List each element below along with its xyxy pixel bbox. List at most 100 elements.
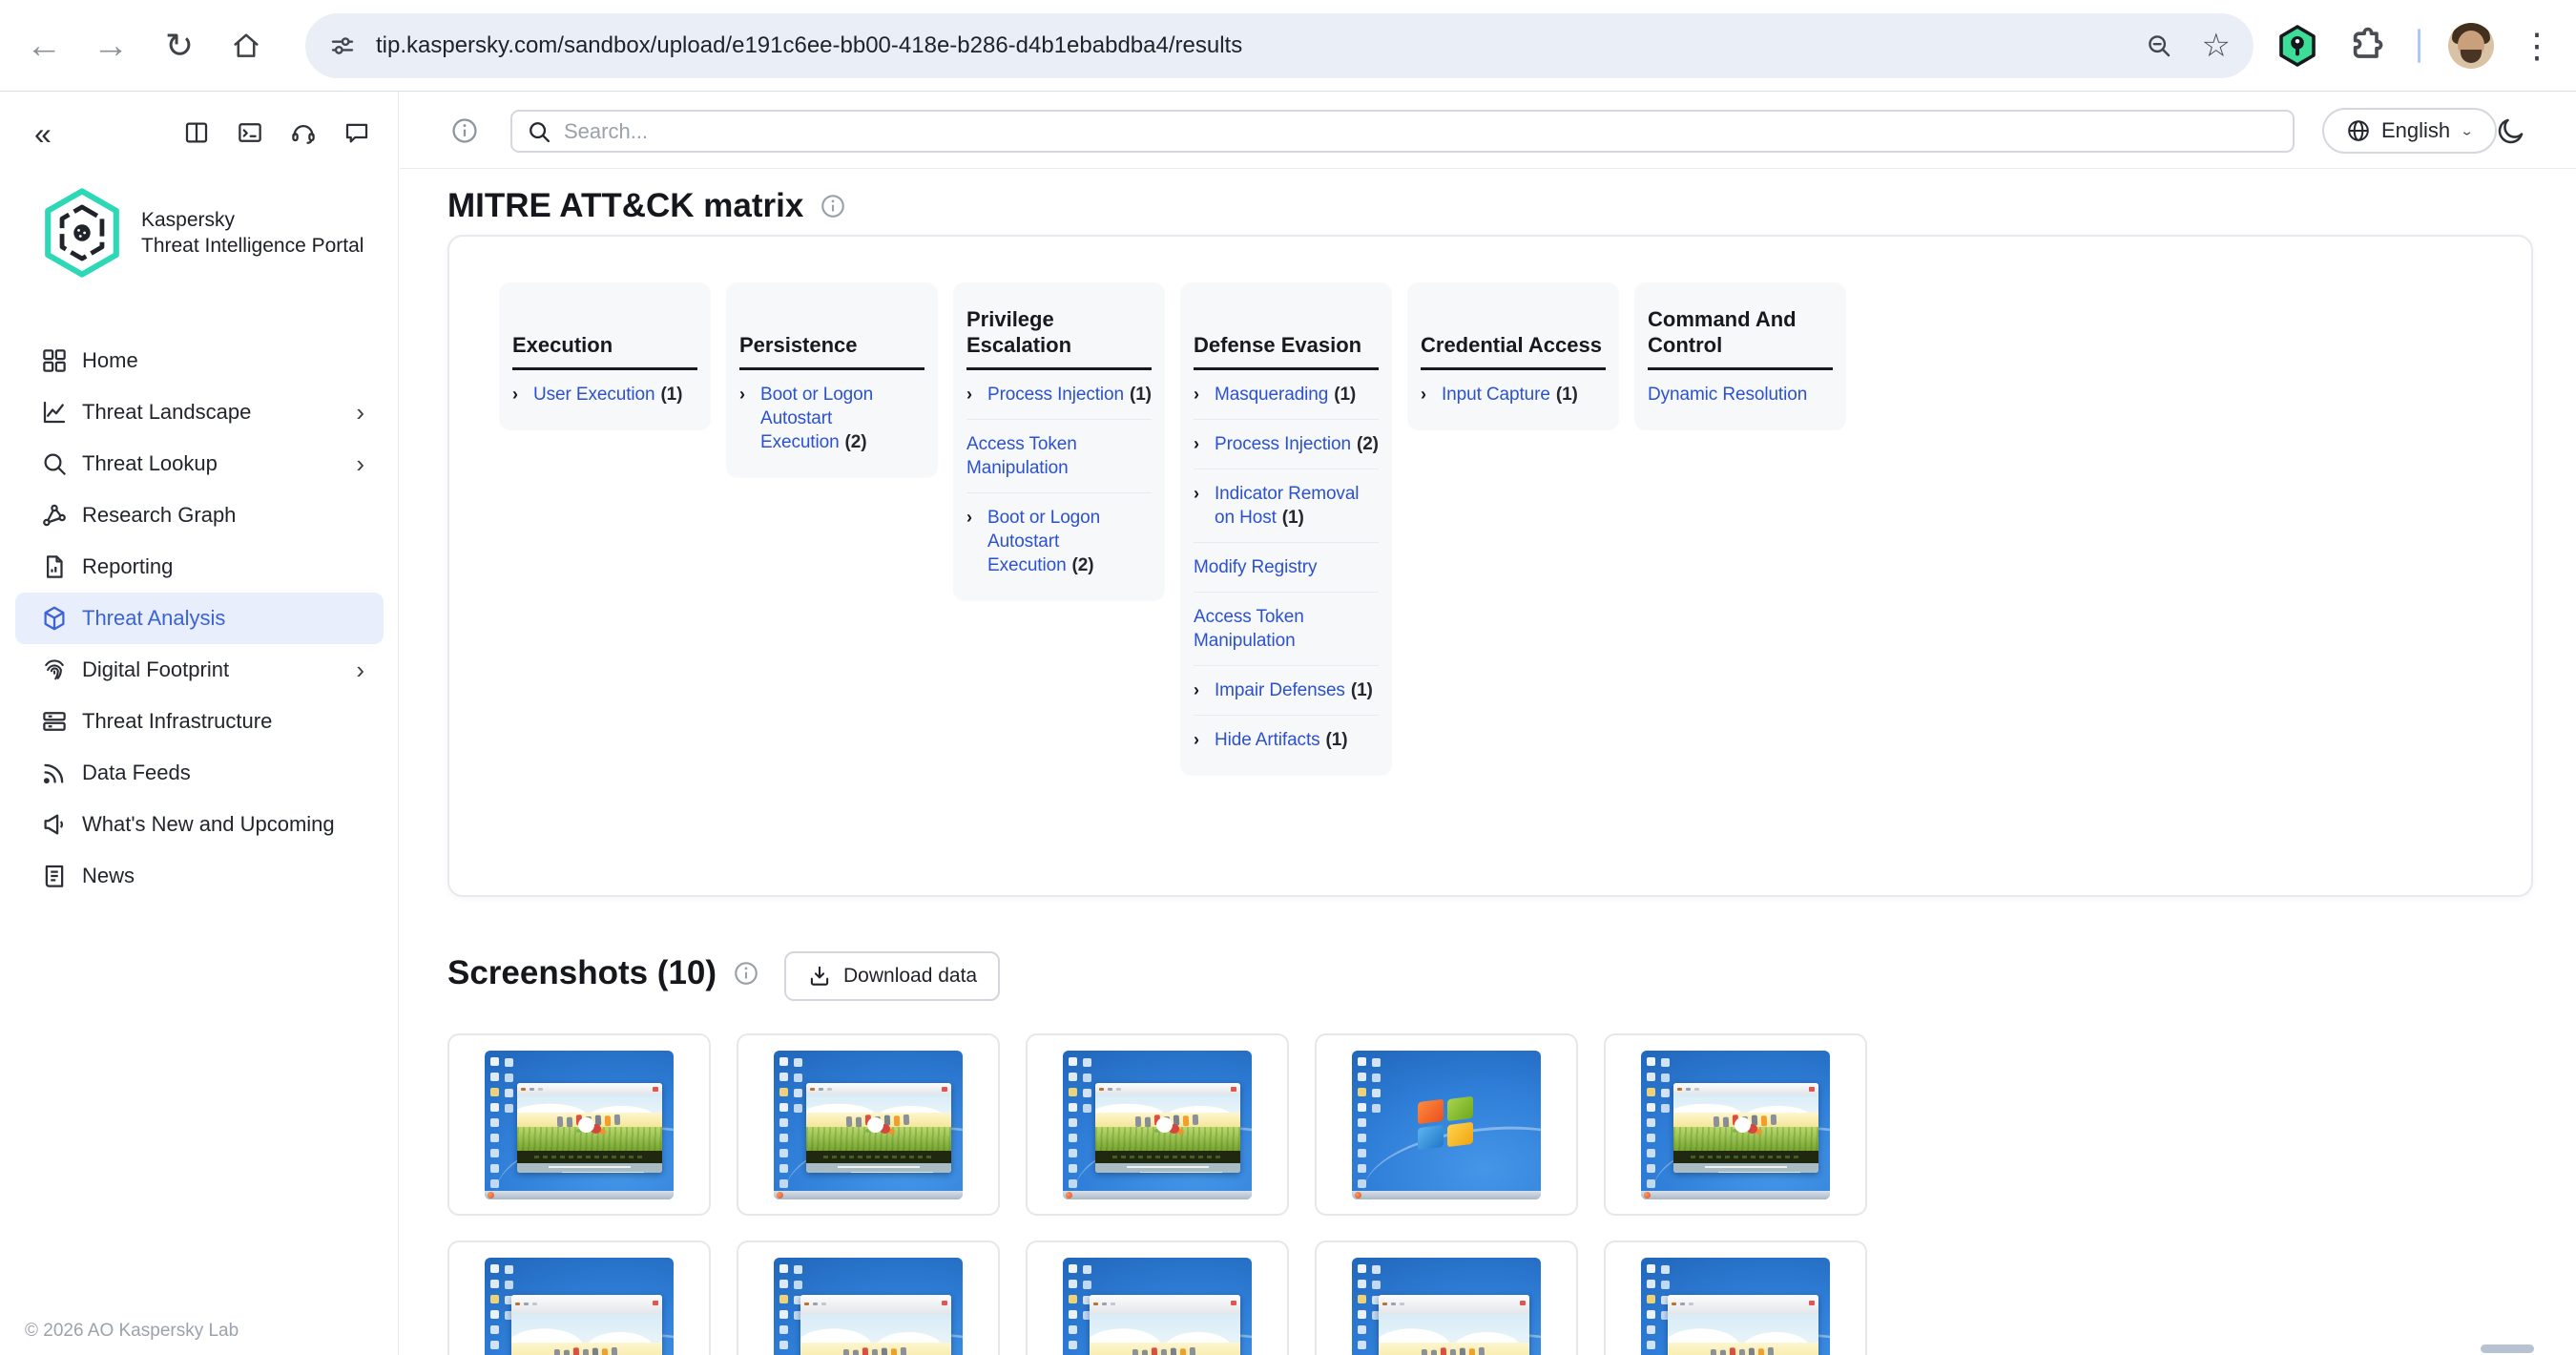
sidebar-item-news[interactable]: News — [15, 850, 384, 902]
screenshot-thumbnail-3[interactable] — [1026, 1033, 1289, 1216]
expand-chevron-icon[interactable]: › — [966, 383, 987, 406]
desktop-icons — [1647, 1057, 1655, 1066]
expand-chevron-icon[interactable]: › — [739, 383, 760, 454]
screenshot-thumbnail-10[interactable] — [1604, 1240, 1867, 1355]
browser-forward-button[interactable]: → — [80, 0, 141, 92]
expand-chevron-icon[interactable]: › — [1194, 678, 1215, 702]
screenshot-thumbnail-9[interactable] — [1315, 1240, 1578, 1355]
chevron-down-icon: ⌄ — [2460, 124, 2474, 138]
tactic-column-command-and-control: Command And Control Dynamic Resolution — [1634, 282, 1846, 430]
graph-nodes-icon — [40, 501, 69, 530]
api-console-icon[interactable] — [236, 118, 264, 147]
screenshot-image — [1063, 1051, 1252, 1199]
download-icon — [807, 964, 832, 989]
screenshot-thumbnail-6[interactable] — [447, 1240, 711, 1355]
sidebar-item-digital-footprint[interactable]: Digital Footprint › — [15, 644, 384, 696]
screenshot-image — [774, 1051, 963, 1199]
windows-logo — [1418, 1097, 1475, 1147]
language-selector[interactable]: English ⌄ — [2322, 108, 2497, 154]
expand-chevron-icon[interactable]: › — [1194, 432, 1215, 456]
technique-item[interactable]: › Hide Artifacts(1) — [1194, 715, 1379, 764]
portal-search[interactable] — [510, 110, 2295, 153]
tactic-column-persistence: Persistence › Boot or Logon Autostart Ex… — [726, 282, 938, 478]
screenshot-thumbnail-8[interactable] — [1026, 1240, 1289, 1355]
technique-item[interactable]: › User Execution(1) — [512, 370, 697, 419]
documentation-icon[interactable] — [182, 118, 211, 147]
taskbar — [1063, 1191, 1252, 1199]
screenshot-thumbnail-1[interactable] — [447, 1033, 711, 1216]
expand-chevron-icon[interactable]: › — [1194, 728, 1215, 752]
bookmark-star-icon[interactable]: ☆ — [2202, 30, 2231, 62]
kaspersky-extension-icon[interactable] — [2275, 23, 2320, 69]
technique-item[interactable]: › Process Injection(2) — [1194, 419, 1379, 469]
taskbar — [774, 1191, 963, 1199]
browser-reload-button[interactable]: ↻ — [149, 0, 210, 92]
expand-chevron-icon[interactable]: › — [966, 506, 987, 577]
technique-item[interactable]: › Impair Defenses(1) — [1194, 665, 1379, 715]
profile-avatar[interactable] — [2448, 23, 2494, 69]
chart-line-icon — [40, 398, 69, 427]
desktop-icons — [490, 1057, 499, 1066]
support-headset-icon[interactable] — [289, 118, 318, 147]
technique-item[interactable]: Access Token Manipulation — [1194, 592, 1379, 665]
technique-item[interactable]: › Boot or Logon Autostart Execution(2) — [739, 370, 924, 467]
game-window — [800, 1295, 951, 1355]
rss-feed-icon — [40, 759, 69, 787]
info-icon[interactable] — [819, 192, 847, 220]
expand-chevron-icon[interactable]: › — [1194, 383, 1215, 406]
technique-item[interactable]: › Boot or Logon Autostart Execution(2) — [966, 492, 1152, 590]
technique-item[interactable]: Modify Registry — [1194, 542, 1379, 592]
dark-mode-toggle[interactable] — [2495, 115, 2527, 147]
browser-back-button[interactable]: ← — [13, 0, 74, 92]
browser-toolbar: ← → ↻ tip.kaspersky.com/sandbox/upload/e… — [0, 0, 2576, 92]
screenshot-thumbnail-4[interactable] — [1315, 1033, 1578, 1216]
url-text[interactable]: tip.kaspersky.com/sandbox/upload/e191c6e… — [376, 32, 2116, 59]
sidebar-item-whats-new[interactable]: What's New and Upcoming — [15, 799, 384, 850]
sidebar-item-home[interactable]: Home — [15, 335, 384, 386]
info-icon[interactable] — [449, 115, 480, 146]
browser-home-button[interactable] — [216, 0, 277, 92]
sidebar-item-reporting[interactable]: Reporting — [15, 541, 384, 593]
zoom-out-icon[interactable] — [2145, 31, 2173, 60]
sidebar-item-threat-infrastructure[interactable]: Threat Infrastructure — [15, 696, 384, 747]
technique-item[interactable]: Dynamic Resolution — [1648, 370, 1833, 419]
sidebar-item-threat-lookup[interactable]: Threat Lookup › — [15, 438, 384, 490]
desktop-icons — [1647, 1264, 1655, 1273]
technique-item[interactable]: › Masquerading(1) — [1194, 370, 1379, 419]
address-bar[interactable]: tip.kaspersky.com/sandbox/upload/e191c6e… — [305, 13, 2254, 78]
screenshot-image — [485, 1051, 674, 1199]
sidebar-item-data-feeds[interactable]: Data Feeds — [15, 747, 384, 799]
feedback-chat-icon[interactable] — [343, 118, 371, 147]
screenshot-thumbnail-7[interactable] — [737, 1240, 1000, 1355]
expand-chevron-icon[interactable]: › — [512, 383, 533, 406]
tactic-title: Command And Control — [1648, 282, 1833, 370]
info-icon[interactable] — [732, 959, 760, 988]
sidebar-item-research-graph[interactable]: Research Graph — [15, 490, 384, 541]
extensions-puzzle-icon[interactable] — [2345, 25, 2387, 67]
tactic-column-defense-evasion: Defense Evasion › Masquerading(1) › Proc… — [1180, 282, 1392, 776]
technique-item[interactable]: › Input Capture(1) — [1421, 370, 1606, 419]
desktop-icons — [1358, 1264, 1366, 1273]
search-input[interactable] — [564, 119, 2279, 144]
expand-chevron-icon[interactable]: › — [1194, 482, 1215, 530]
horizontal-scrollbar-thumb[interactable] — [2481, 1345, 2534, 1353]
screenshots-row-2 — [447, 1240, 1867, 1355]
taskbar — [1352, 1191, 1541, 1199]
sidebar-collapse-button[interactable]: « — [34, 113, 52, 155]
browser-menu-button[interactable]: ⋮ — [2513, 0, 2561, 92]
sidebar-item-threat-landscape[interactable]: Threat Landscape › — [15, 386, 384, 438]
kaspersky-tip-logo[interactable]: Kaspersky Threat Intelligence Portal — [40, 187, 364, 279]
home-icon — [230, 30, 262, 62]
technique-item[interactable]: Access Token Manipulation — [966, 419, 1152, 492]
tactic-title: Defense Evasion — [1194, 282, 1379, 370]
technique-item[interactable]: › Process Injection(1) — [966, 370, 1152, 419]
expand-chevron-icon[interactable]: › — [1421, 383, 1442, 406]
download-data-button[interactable]: Download data — [784, 951, 1000, 1001]
sidebar-item-threat-analysis[interactable]: Threat Analysis — [15, 593, 384, 644]
game-window — [1668, 1295, 1818, 1355]
technique-item[interactable]: › Indicator Removal on Host(1) — [1194, 469, 1379, 542]
screenshot-thumbnail-5[interactable] — [1604, 1033, 1867, 1216]
site-settings-icon[interactable] — [328, 31, 357, 60]
screenshot-thumbnail-2[interactable] — [737, 1033, 1000, 1216]
desktop-icons — [1358, 1057, 1366, 1066]
